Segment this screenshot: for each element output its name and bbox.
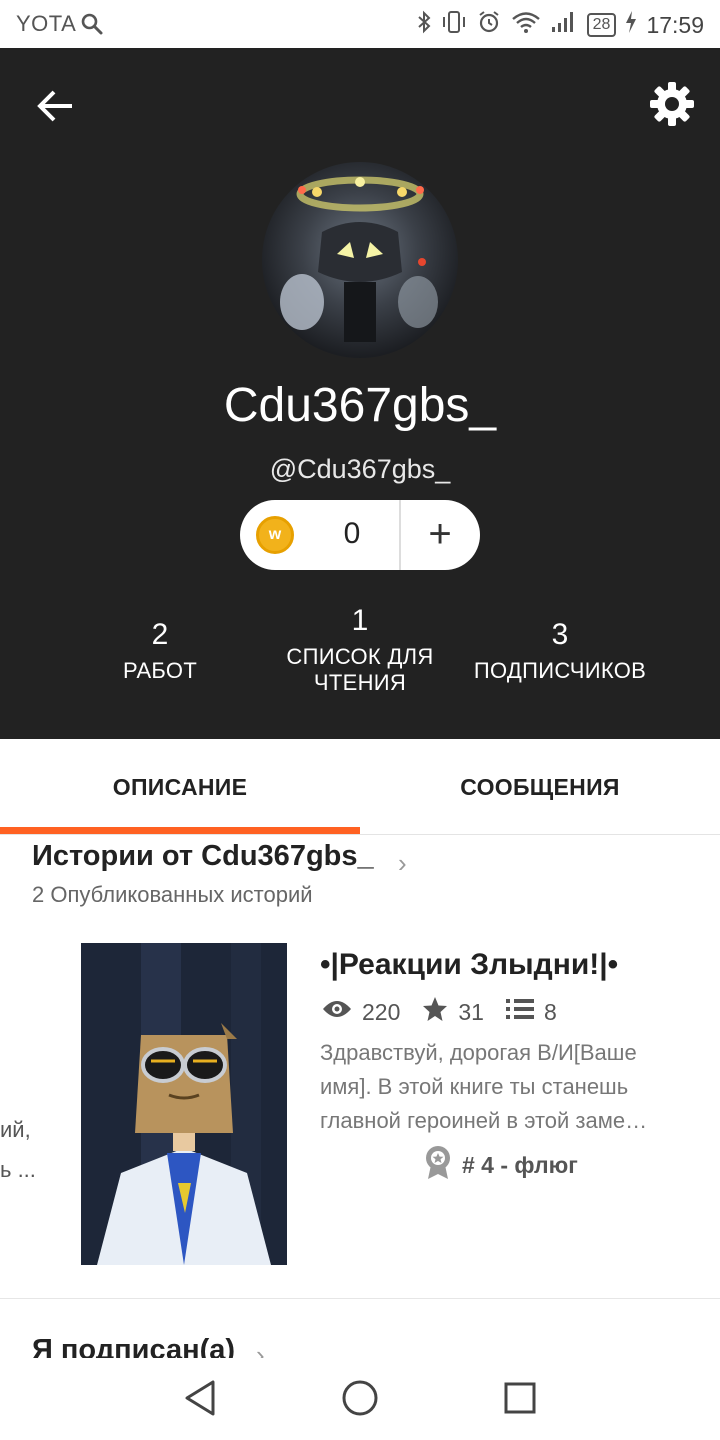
alarm-icon [477, 10, 501, 40]
stat-followers-label: ПОДПИСЧИКОВ [473, 658, 647, 683]
avatar[interactable] [262, 162, 458, 358]
previous-card-peek[interactable]: ий, ь ... [0, 1110, 36, 1190]
story-cover[interactable] [81, 943, 287, 1265]
nav-recents-button[interactable] [500, 1378, 540, 1418]
stories-section-title[interactable]: Истории от Cdu367gbs_ [32, 840, 374, 873]
vibrate-icon [441, 10, 467, 40]
tab-messages[interactable]: СООБЩЕНИЯ [360, 739, 720, 835]
nav-recents-icon [504, 1382, 536, 1414]
nav-back-icon [185, 1380, 215, 1416]
system-navigation-bar [0, 1358, 720, 1440]
back-arrow-icon [37, 90, 72, 122]
back-button[interactable] [34, 84, 78, 128]
coin-icon: w [256, 516, 294, 554]
views-count: 220 [362, 998, 401, 1025]
story-description: Здравствуй, дорогая В/И[Ваше имя]. В это… [320, 1040, 648, 1133]
stat-works-label: РАБОТ [122, 658, 198, 683]
settings-button[interactable] [648, 80, 696, 128]
active-tab-indicator [0, 827, 360, 834]
stat-reading-list[interactable]: 1 СПИСОК ДЛЯ ЧТЕНИЯ [250, 604, 470, 696]
display-name: Cdu367gbs_ [223, 379, 497, 432]
status-bar: YOTA 28 17:59 [0, 0, 720, 48]
story-title[interactable]: •|Реакции Злыдни!|• [320, 948, 618, 982]
stat-reading-list-count: 1 [351, 604, 369, 637]
clock: 17:59 [646, 11, 704, 38]
profile-tabs: ОПИСАНИЕ СООБЩЕНИЯ [0, 739, 720, 835]
eye-icon [322, 998, 352, 1026]
nav-home-icon [342, 1380, 378, 1416]
peek-line-1: ий, [0, 1117, 31, 1142]
chevron-right-icon[interactable]: › [398, 848, 407, 879]
rank-label: # 4 - флюг [462, 1151, 578, 1178]
stat-works[interactable]: 2 РАБОТ [50, 618, 270, 684]
award-icon [424, 1145, 452, 1185]
stat-followers-count: 3 [551, 618, 569, 651]
section-divider [0, 1298, 720, 1299]
add-coins-button[interactable]: + [410, 510, 470, 560]
list-icon [505, 998, 534, 1026]
wifi-icon [511, 10, 541, 40]
gear-icon [650, 82, 694, 126]
story-stats: 220 31 8 [322, 996, 579, 1028]
story-rank[interactable]: # 4 - флюг [424, 1145, 578, 1185]
battery-indicator: 28 [586, 13, 617, 37]
user-handle: @Cdu367gbs_ [269, 454, 451, 484]
carrier-name: YOTA [16, 11, 77, 36]
coin-divider [399, 500, 401, 570]
signal-icon [551, 10, 577, 40]
peek-line-2: ь ... [0, 1157, 36, 1182]
coin-balance: w 0 + [240, 500, 480, 570]
star-icon [422, 996, 448, 1028]
search-icon [80, 12, 104, 42]
charging-icon [626, 11, 637, 39]
stat-followers[interactable]: 3 ПОДПИСЧИКОВ [450, 618, 670, 684]
stories-count: 2 Опубликованных историй [32, 882, 313, 907]
bluetooth-icon [417, 10, 431, 40]
tab-description[interactable]: ОПИСАНИЕ [0, 739, 360, 835]
following-section-title[interactable]: Я подписан(а) [32, 1334, 235, 1360]
nav-back-button[interactable] [182, 1378, 222, 1418]
nav-home-button[interactable] [340, 1378, 380, 1418]
coin-count: 0 [343, 517, 361, 550]
chevron-right-icon[interactable]: › [256, 1340, 265, 1360]
votes-count: 31 [458, 998, 484, 1025]
stat-reading-list-label: СПИСОК ДЛЯ ЧТЕНИЯ [286, 644, 434, 695]
parts-count: 8 [543, 998, 557, 1025]
stat-works-count: 2 [151, 618, 169, 651]
profile-header: Cdu367gbs_ @Cdu367gbs_ w 0 + 2 РАБОТ 1 С… [0, 48, 720, 739]
